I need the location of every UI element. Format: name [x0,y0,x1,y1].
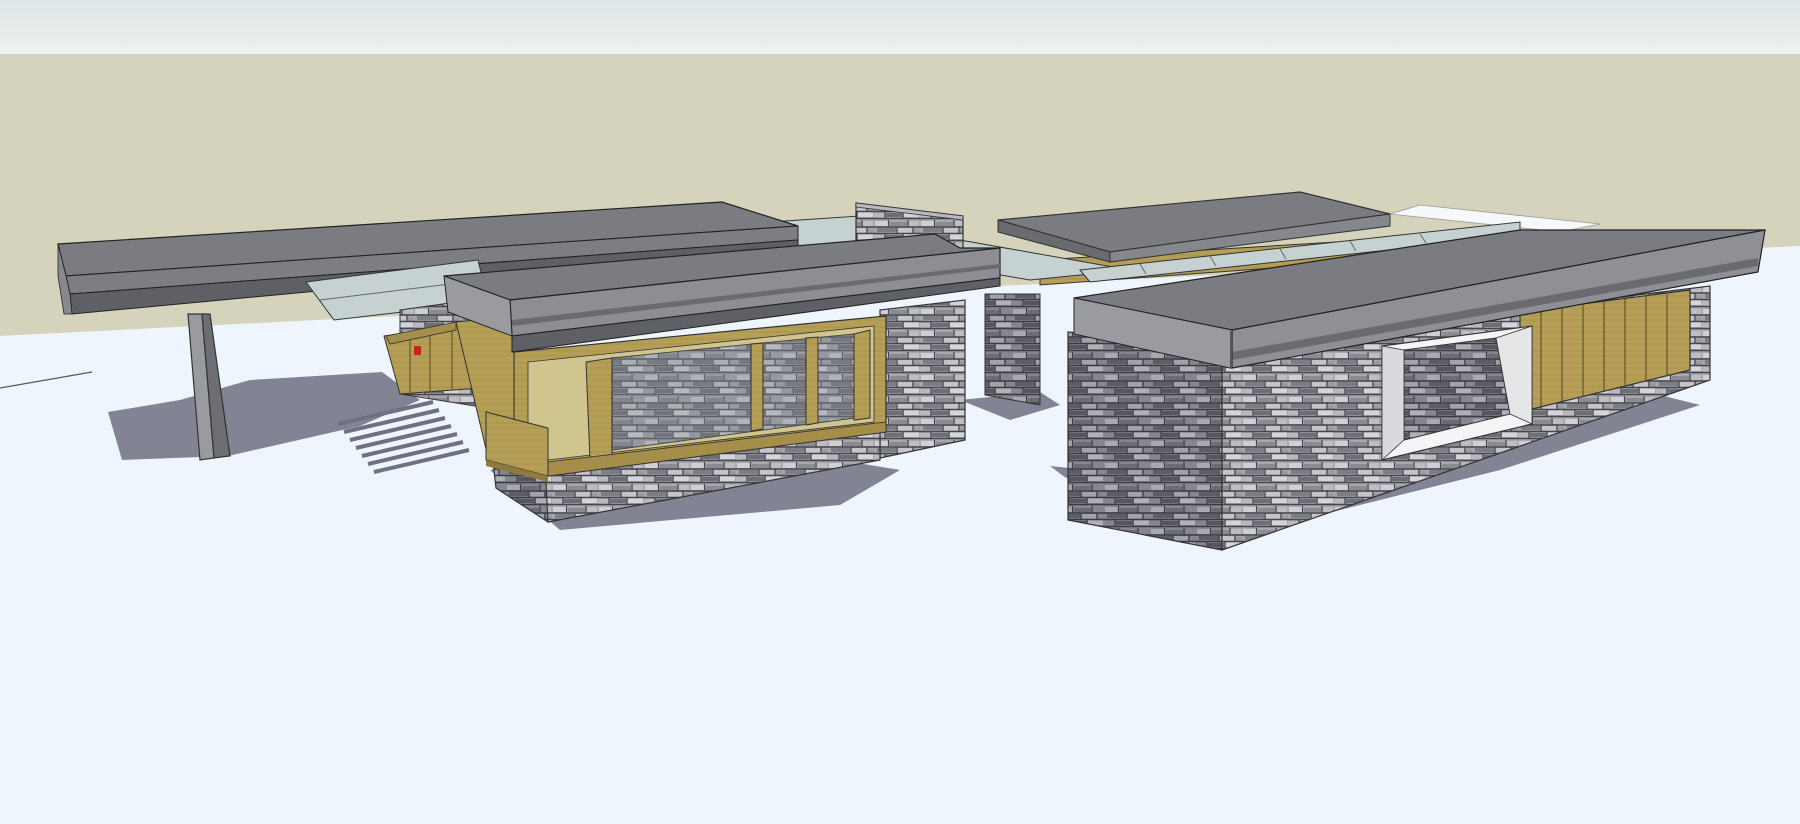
red-accent-object [414,346,421,355]
sky [0,0,1800,54]
model-viewport[interactable] [0,0,1800,824]
scene-canvas [0,0,1800,824]
